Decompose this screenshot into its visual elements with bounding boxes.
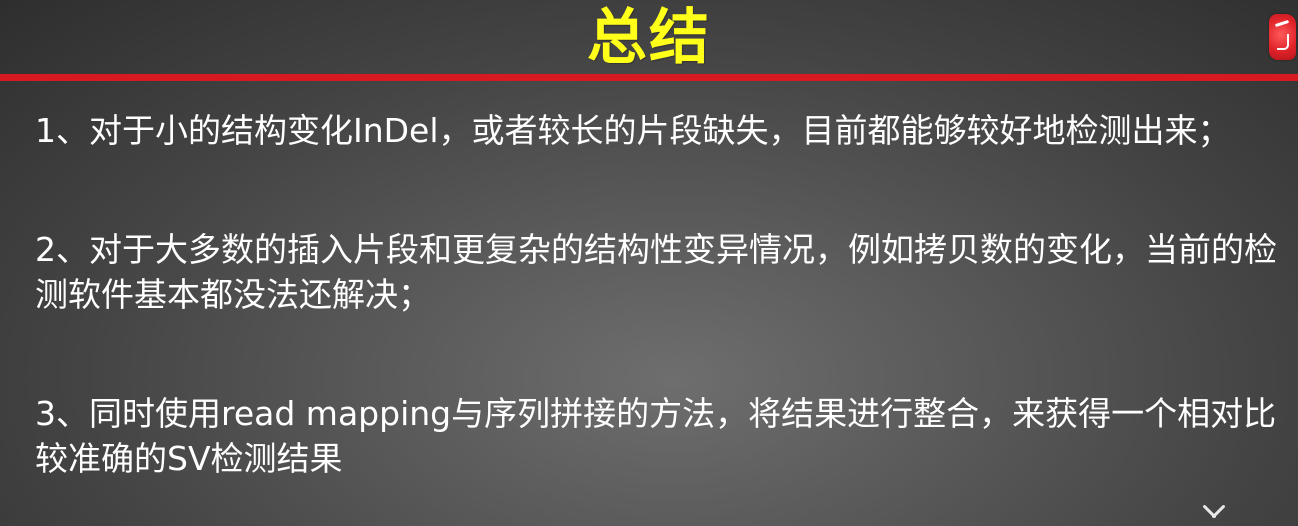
title-divider (0, 74, 1298, 81)
summary-item-2: 2、对于大多数的插入片段和更复杂的结构性变异情况，例如拷贝数的变化，当前的检测软… (35, 230, 1277, 314)
chevron-down-icon[interactable] (1199, 502, 1229, 526)
red-seal-logo-icon (1269, 14, 1296, 60)
slide-content: 1、对于小的结构变化InDel，或者较长的片段缺失，目前都能够较好地检测出来； … (35, 108, 1285, 481)
presentation-slide: 总结 1、对于小的结构变化InDel，或者较长的片段缺失，目前都能够较好地检测出… (0, 0, 1298, 526)
summary-item-1: 1、对于小的结构变化InDel，或者较长的片段缺失，目前都能够较好地检测出来； (35, 111, 1231, 150)
summary-item-3: 3、同时使用read mapping与序列拼接的方法，将结果进行整合，来获得一个… (35, 394, 1277, 478)
slide-title: 总结 (587, 3, 711, 73)
